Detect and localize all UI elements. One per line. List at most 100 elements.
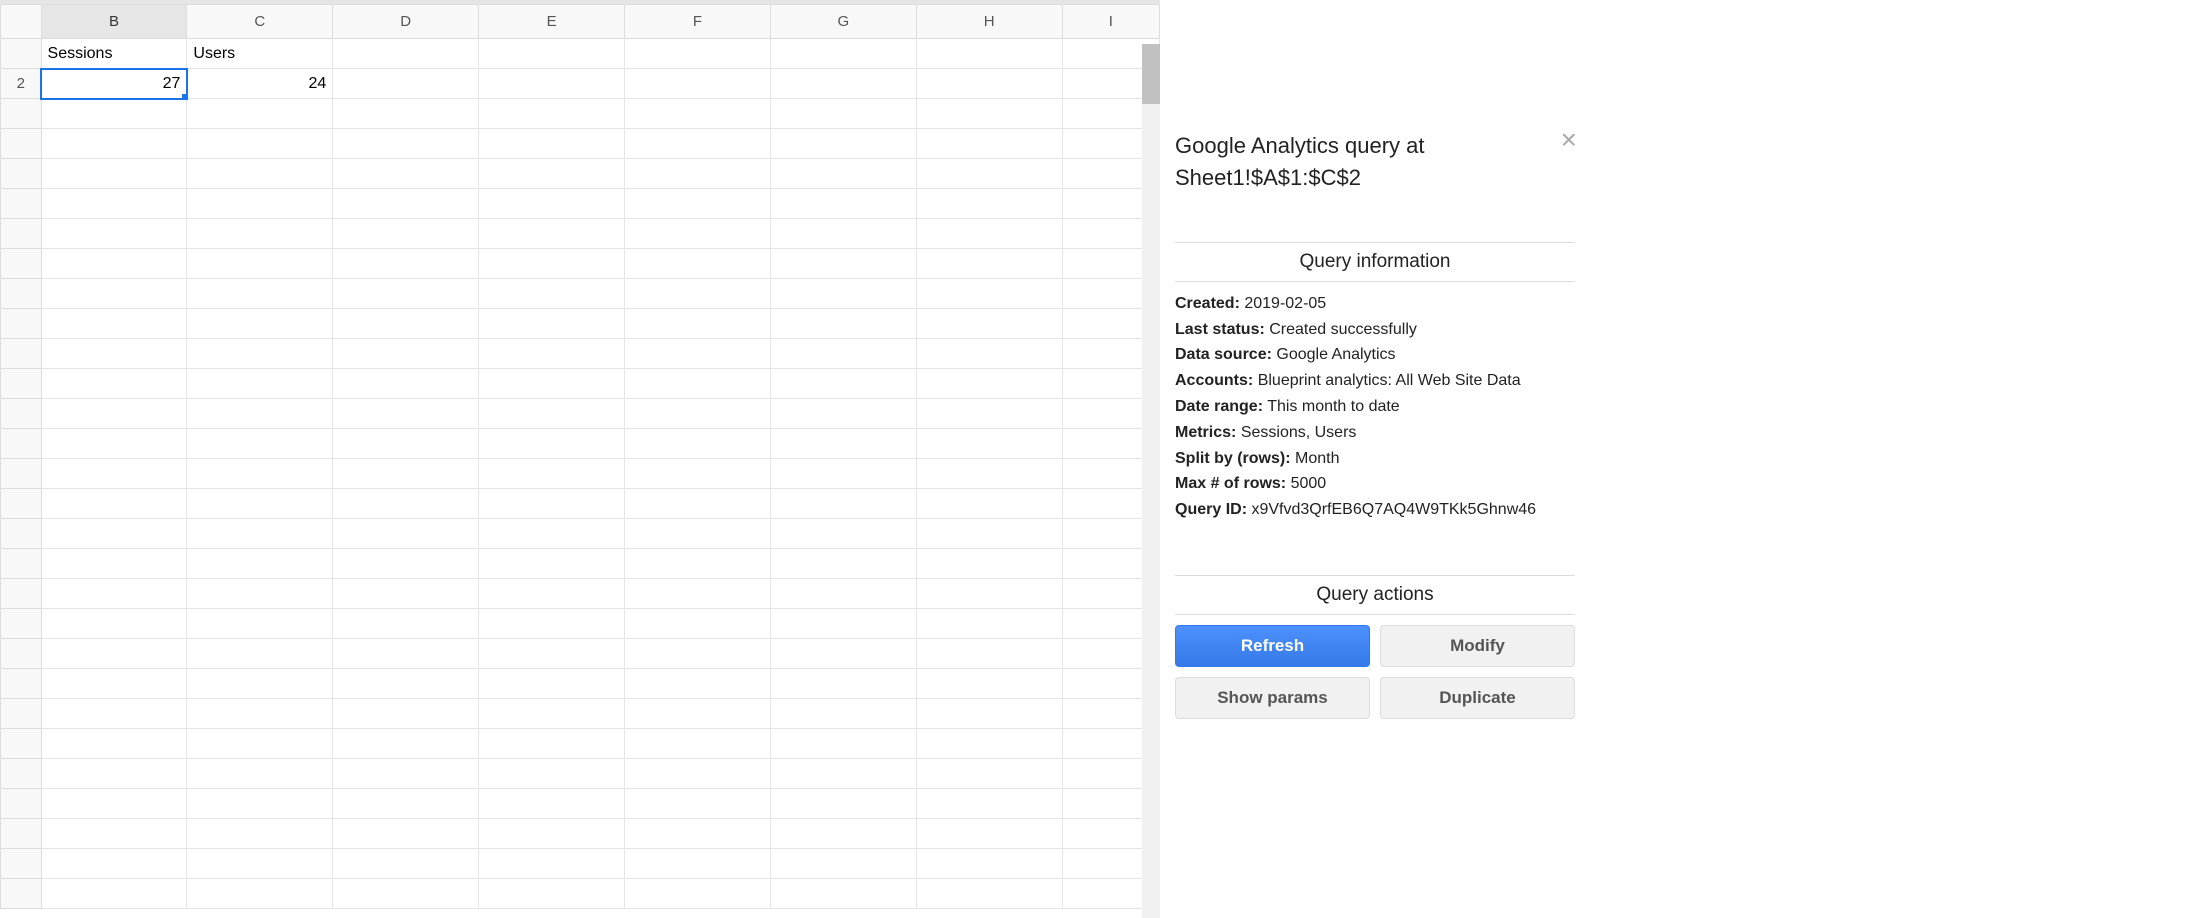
cell[interactable] (916, 669, 1062, 699)
cell[interactable] (625, 729, 771, 759)
modify-button[interactable]: Modify (1380, 625, 1575, 667)
row-header[interactable] (1, 549, 42, 579)
cell[interactable] (41, 459, 187, 489)
cell[interactable] (41, 249, 187, 279)
cell[interactable] (333, 699, 479, 729)
cell[interactable] (625, 879, 771, 909)
cell[interactable] (333, 579, 479, 609)
cell[interactable] (916, 159, 1062, 189)
cell[interactable] (770, 729, 916, 759)
cell[interactable] (187, 669, 333, 699)
row-header[interactable] (1, 219, 42, 249)
row-header[interactable] (1, 279, 42, 309)
close-icon[interactable]: × (1561, 126, 1577, 154)
cell[interactable] (625, 819, 771, 849)
cell-D1[interactable] (333, 39, 479, 69)
cell[interactable] (479, 579, 625, 609)
cell[interactable] (770, 849, 916, 879)
cell[interactable] (625, 369, 771, 399)
row-header[interactable] (1, 879, 42, 909)
cell[interactable] (916, 789, 1062, 819)
cell[interactable] (333, 669, 479, 699)
cell[interactable] (41, 549, 187, 579)
cell[interactable] (333, 879, 479, 909)
cell[interactable] (479, 489, 625, 519)
cell[interactable] (479, 99, 625, 129)
cell[interactable] (625, 789, 771, 819)
cell-D2[interactable] (333, 69, 479, 99)
cell[interactable] (479, 549, 625, 579)
row-header[interactable] (1, 129, 42, 159)
cell[interactable] (479, 849, 625, 879)
cell[interactable] (333, 459, 479, 489)
cell[interactable] (916, 729, 1062, 759)
cell[interactable] (187, 309, 333, 339)
cell[interactable] (41, 729, 187, 759)
cell[interactable] (187, 489, 333, 519)
cell[interactable] (333, 639, 479, 669)
cell[interactable] (916, 399, 1062, 429)
cell[interactable] (333, 789, 479, 819)
cell[interactable] (625, 519, 771, 549)
row-header-2[interactable]: 2 (1, 69, 42, 99)
cell[interactable] (916, 369, 1062, 399)
cell[interactable] (41, 849, 187, 879)
cell[interactable] (625, 609, 771, 639)
cell[interactable] (625, 189, 771, 219)
cell[interactable] (333, 519, 479, 549)
cell[interactable] (625, 249, 771, 279)
column-header-C[interactable]: C (187, 5, 333, 39)
cell[interactable] (41, 189, 187, 219)
cell[interactable] (479, 519, 625, 549)
cell[interactable] (333, 159, 479, 189)
cell[interactable] (41, 219, 187, 249)
column-header-D[interactable]: D (333, 5, 479, 39)
row-header[interactable] (1, 39, 42, 69)
duplicate-button[interactable]: Duplicate (1380, 677, 1575, 719)
show-params-button[interactable]: Show params (1175, 677, 1370, 719)
vertical-scrollbar[interactable] (1142, 44, 1160, 918)
cell[interactable] (479, 759, 625, 789)
row-header[interactable] (1, 399, 42, 429)
cell-H2[interactable] (916, 69, 1062, 99)
column-header-F[interactable]: F (625, 5, 771, 39)
cell[interactable] (625, 669, 771, 699)
cell[interactable] (770, 189, 916, 219)
row-header[interactable] (1, 369, 42, 399)
cell[interactable] (333, 339, 479, 369)
cell[interactable] (333, 129, 479, 159)
row-header[interactable] (1, 789, 42, 819)
cell[interactable] (479, 219, 625, 249)
cell[interactable] (479, 429, 625, 459)
cell[interactable] (770, 339, 916, 369)
cell[interactable] (41, 819, 187, 849)
cell[interactable] (41, 669, 187, 699)
cell[interactable] (187, 339, 333, 369)
cell[interactable] (41, 639, 187, 669)
cell[interactable] (479, 189, 625, 219)
row-header[interactable] (1, 459, 42, 489)
cell[interactable] (916, 639, 1062, 669)
cell[interactable] (770, 489, 916, 519)
cell-B2[interactable]: 27 (41, 69, 187, 99)
cell[interactable] (479, 879, 625, 909)
cell[interactable] (770, 219, 916, 249)
scrollbar-thumb[interactable] (1142, 44, 1160, 104)
row-header[interactable] (1, 249, 42, 279)
cell[interactable] (770, 549, 916, 579)
cell[interactable] (625, 699, 771, 729)
cell[interactable] (770, 819, 916, 849)
row-header[interactable] (1, 159, 42, 189)
cell[interactable] (187, 759, 333, 789)
cell[interactable] (333, 549, 479, 579)
cell[interactable] (333, 849, 479, 879)
cell[interactable] (916, 309, 1062, 339)
cell[interactable] (41, 789, 187, 819)
column-header-I[interactable]: I (1062, 5, 1159, 39)
cell[interactable] (479, 609, 625, 639)
cell[interactable] (479, 639, 625, 669)
row-header[interactable] (1, 99, 42, 129)
cell[interactable] (333, 369, 479, 399)
cell[interactable] (333, 729, 479, 759)
cell[interactable] (625, 309, 771, 339)
